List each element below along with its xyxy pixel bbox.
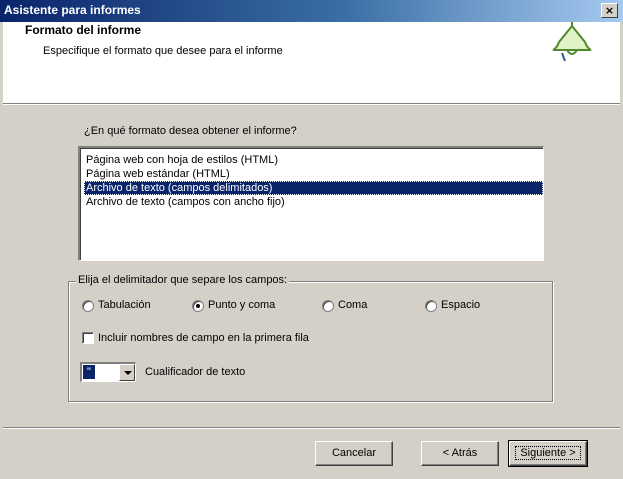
next-button[interactable]: Siguiente > [508,440,588,467]
delimiter-group-legend: Elija el delimitador que separe los camp… [76,274,290,286]
format-question-label: ¿En qué formato desea obtener el informe… [84,125,297,137]
include-field-names-label: Incluir nombres de campo en la primera f… [98,332,309,344]
header-divider [3,104,620,105]
include-field-names-checkbox[interactable] [82,332,94,344]
radio-semicolon[interactable] [192,300,204,312]
text-qualifier-value: " [83,365,95,379]
close-icon: × [604,4,615,17]
report-bell-icon [552,22,592,62]
format-option-text-fixed-width[interactable]: Archivo de texto (campos con ancho fijo) [84,195,543,209]
radio-tab[interactable] [82,300,94,312]
text-qualifier-label: Cualificador de texto [145,366,246,378]
footer-divider [3,427,620,429]
next-button-label: Siguiente > [515,446,581,460]
format-option-html-standard[interactable]: Página web estándar (HTML) [84,167,543,181]
radio-space[interactable] [425,300,437,312]
radio-space-label: Espacio [441,299,481,311]
back-button[interactable]: < Atrás [421,441,499,466]
step-title: Formato del informe [25,23,142,37]
radio-semicolon-label: Punto y coma [208,299,276,311]
format-option-text-delimited[interactable]: Archivo de texto (campos delimitados) [84,181,543,195]
radio-tab-label: Tabulación [98,299,151,311]
close-button[interactable]: × [601,3,618,18]
cancel-button[interactable]: Cancelar [315,441,393,466]
radio-comma-label: Coma [338,299,368,311]
format-option-html-styles[interactable]: Página web con hoja de estilos (HTML) [84,153,543,167]
title-bar: Asistente para informes × [0,0,623,22]
chevron-down-icon[interactable] [119,364,135,381]
window-title: Asistente para informes [4,3,141,17]
radio-comma[interactable] [322,300,334,312]
format-listbox[interactable]: Página web con hoja de estilos (HTML) Pá… [78,146,544,261]
step-subtitle: Especifique el formato que desee para el… [43,45,283,57]
text-qualifier-combo[interactable]: " [80,362,136,382]
